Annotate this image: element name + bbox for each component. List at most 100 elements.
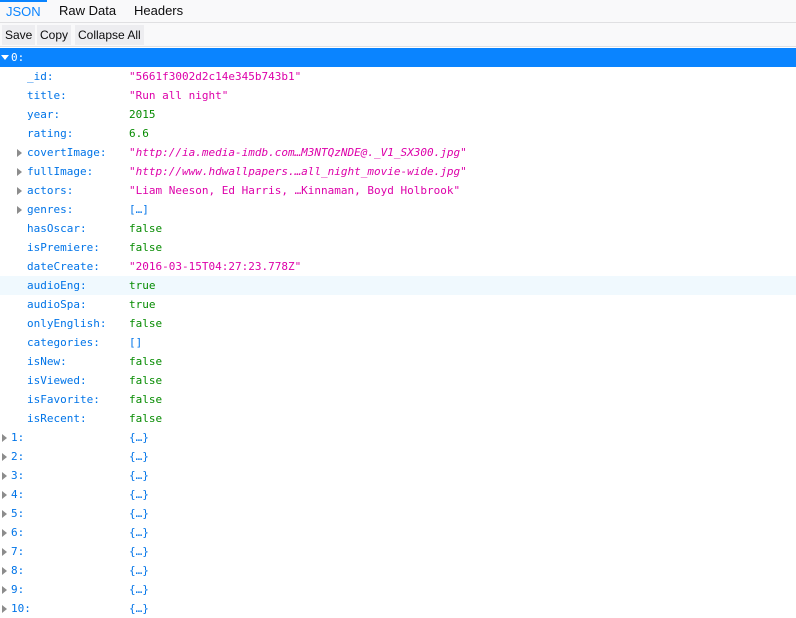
tree-key: 0:	[11, 51, 25, 64]
tree-value: []	[129, 336, 143, 349]
tree-value: "Liam Neeson, Ed Harris, …Kinnaman, Boyd…	[129, 184, 461, 197]
tree-value: {…}	[129, 469, 149, 482]
tree-row-field[interactable]: categories: []	[0, 333, 796, 352]
twisty-right-icon[interactable]	[2, 529, 7, 537]
tree-key: 6:	[11, 526, 25, 539]
twisty-down-icon[interactable]	[1, 55, 9, 60]
json-toolbar: Save Copy Collapse All	[0, 23, 796, 47]
save-button[interactable]: Save	[2, 25, 36, 45]
tree-value: {…}	[129, 602, 149, 615]
tree-row-field[interactable]: isRecent: false	[0, 409, 796, 428]
tree-key: 8:	[11, 564, 25, 577]
collapse-all-button[interactable]: Collapse All	[75, 25, 144, 45]
twisty-right-icon[interactable]	[2, 586, 7, 594]
tree-key: 5:	[11, 507, 25, 520]
twisty-right-icon[interactable]	[17, 187, 22, 195]
twisty-right-icon[interactable]	[2, 510, 7, 518]
twisty-right-icon[interactable]	[17, 206, 22, 214]
tree-value: {…}	[129, 545, 149, 558]
twisty-right-icon[interactable]	[2, 567, 7, 575]
tree-value: false	[129, 412, 163, 425]
tree-value: {…}	[129, 488, 149, 501]
tree-key: 10:	[11, 602, 31, 615]
tree-value: "http://www.hdwallpapers.…all_night_movi…	[129, 165, 467, 178]
tree-key: audioSpa:	[27, 298, 87, 311]
tree-row-field[interactable]: rating: 6.6	[0, 124, 796, 143]
tree-key: isPremiere:	[27, 241, 100, 254]
tree-row-field[interactable]: year: 2015	[0, 105, 796, 124]
tree-value: true	[129, 298, 156, 311]
tab-json[interactable]: JSON	[0, 0, 47, 22]
tree-value: 6.6	[129, 127, 149, 140]
tree-value: {…}	[129, 507, 149, 520]
tree-row-field[interactable]: title: "Run all night"	[0, 86, 796, 105]
tree-row-field[interactable]: actors: "Liam Neeson, Ed Harris, …Kinnama…	[0, 181, 796, 200]
tree-key: 3:	[11, 469, 25, 482]
tree-value: "5661f3002d2c14e345b743b1"	[129, 70, 302, 83]
tree-value: {…}	[129, 526, 149, 539]
tree-value: false	[129, 241, 163, 254]
tree-key: dateCreate:	[27, 260, 100, 273]
tree-row-item[interactable]: 10: {…}	[0, 599, 796, 618]
tree-row-field[interactable]: isPremiere: false	[0, 238, 796, 257]
tree-row-field[interactable]: genres: […]	[0, 200, 796, 219]
tree-row-item[interactable]: 8: {…}	[0, 561, 796, 580]
tree-key: 7:	[11, 545, 25, 558]
twisty-right-icon[interactable]	[2, 605, 7, 613]
tree-row-field[interactable]: audioEng: true	[0, 276, 796, 295]
tree-key: isNew:	[27, 355, 67, 368]
tree-key: fullImage:	[27, 165, 94, 178]
tree-row-field[interactable]: isNew: false	[0, 352, 796, 371]
tree-row-field[interactable]: isFavorite: false	[0, 390, 796, 409]
tree-row-field[interactable]: audioSpa: true	[0, 295, 796, 314]
tree-value: false	[129, 393, 163, 406]
tree-row-item[interactable]: 9: {…}	[0, 580, 796, 599]
tree-key: 2:	[11, 450, 25, 463]
tree-value: true	[129, 279, 156, 292]
twisty-right-icon[interactable]	[2, 548, 7, 556]
tree-row-field[interactable]: fullImage: "http://www.hdwallpapers.…all_…	[0, 162, 796, 181]
tree-value: {…}	[129, 431, 149, 444]
json-tree: 0: _id: "5661f3002d2c14e345b743b1" title: "…	[0, 48, 796, 618]
tree-row-item[interactable]: 3: {…}	[0, 466, 796, 485]
twisty-right-icon[interactable]	[2, 434, 7, 442]
tree-row-item[interactable]: 7: {…}	[0, 542, 796, 561]
tree-key: 4:	[11, 488, 25, 501]
tree-row-item[interactable]: 2: {…}	[0, 447, 796, 466]
tree-key: covertImage:	[27, 146, 107, 159]
tree-key: _id:	[27, 70, 54, 83]
twisty-right-icon[interactable]	[17, 168, 22, 176]
tree-row-field[interactable]: dateCreate: "2016-03-15T04:27:23.778Z"	[0, 257, 796, 276]
tree-key: year:	[27, 108, 61, 121]
tree-row-field[interactable]: _id: "5661f3002d2c14e345b743b1"	[0, 67, 796, 86]
tree-value: {…}	[129, 564, 149, 577]
tree-row-item[interactable]: 1: {…}	[0, 428, 796, 447]
tree-row-field[interactable]: covertImage: "http://ia.media-imdb.com…M3…	[0, 143, 796, 162]
tree-key: isViewed:	[27, 374, 87, 387]
tree-row-field[interactable]: isViewed: false	[0, 371, 796, 390]
tab-raw-data[interactable]: Raw Data	[53, 0, 122, 22]
tree-key: categories:	[27, 336, 100, 349]
tree-key: genres:	[27, 203, 74, 216]
tree-row-item[interactable]: 4: {…}	[0, 485, 796, 504]
tree-value: {…}	[129, 450, 149, 463]
tab-headers[interactable]: Headers	[128, 0, 189, 22]
tree-value: […]	[129, 203, 149, 216]
twisty-right-icon[interactable]	[2, 491, 7, 499]
tree-value: false	[129, 222, 163, 235]
tree-row-root[interactable]: 0:	[0, 48, 796, 67]
twisty-right-icon[interactable]	[17, 149, 22, 157]
tree-row-field[interactable]: onlyEnglish: false	[0, 314, 796, 333]
tree-value: "Run all night"	[129, 89, 229, 102]
twisty-right-icon[interactable]	[2, 472, 7, 480]
tree-row-item[interactable]: 6: {…}	[0, 523, 796, 542]
tree-key: isFavorite:	[27, 393, 100, 406]
tree-value: false	[129, 355, 163, 368]
tree-key: rating:	[27, 127, 74, 140]
tree-value: 2015	[129, 108, 156, 121]
twisty-right-icon[interactable]	[2, 453, 7, 461]
tree-row-item[interactable]: 5: {…}	[0, 504, 796, 523]
tree-row-field[interactable]: hasOscar: false	[0, 219, 796, 238]
tab-bar: JSON Raw Data Headers	[0, 0, 796, 23]
copy-button[interactable]: Copy	[37, 25, 72, 45]
